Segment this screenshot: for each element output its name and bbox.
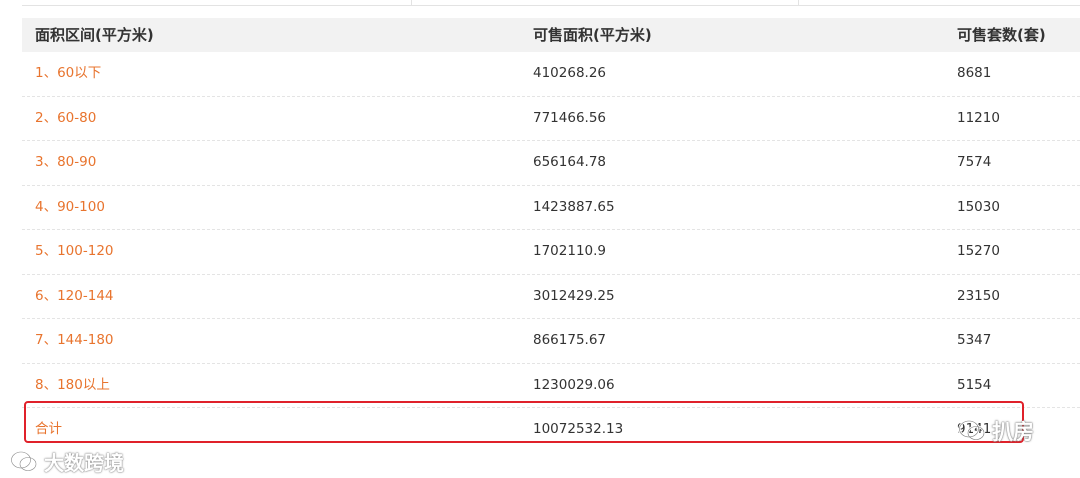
watermark-right-text: 扒房: [992, 420, 1034, 444]
watermark-left: 大数跨境: [10, 447, 124, 476]
table-row: 5、100-120 1702110.9 15270: [22, 230, 1080, 275]
table-row: 7、144-180 866175.67 5347: [22, 319, 1080, 364]
tab-divider: [798, 0, 799, 5]
area-range-link[interactable]: 2、60-80: [35, 97, 96, 141]
table-row: 2、60-80 771466.56 11210: [22, 97, 1080, 141]
saleable-area-value: 410268.26: [533, 65, 607, 81]
area-range-link[interactable]: 5、100-120: [35, 230, 114, 274]
table-row: 3、80-90 656164.78 7574: [22, 141, 1080, 186]
table-row: 4、90-100 1423887.65 15030: [22, 186, 1080, 230]
wechat-icon: [958, 419, 986, 443]
area-range-link[interactable]: 1、60以下: [35, 52, 101, 96]
header-saleable-units: 可售套数(套): [957, 26, 1046, 44]
tab-divider: [411, 0, 412, 5]
area-distribution-table: 面积区间(平方米) 可售面积(平方米) 可售套数(套) 1、60以下 41026…: [22, 18, 1080, 452]
top-tab-strip: [22, 0, 1080, 6]
header-saleable-area: 可售面积(平方米): [533, 26, 652, 44]
saleable-area-value: 1423887.65: [533, 198, 615, 215]
watermark-right: 扒房: [958, 416, 1034, 446]
saleable-area-value: 866175.67: [533, 332, 607, 348]
area-range-link[interactable]: 6、120-144: [35, 275, 114, 319]
area-range-link[interactable]: 7、144-180: [35, 319, 114, 363]
watermark-left-text: 大数跨境: [44, 451, 124, 475]
saleable-units-value: 11210: [957, 109, 1000, 126]
page: 面积区间(平方米) 可售面积(平方米) 可售套数(套) 1、60以下 41026…: [0, 0, 1080, 478]
saleable-units-value: 23150: [957, 287, 1000, 304]
saleable-area-value: 656164.78: [533, 154, 607, 170]
saleable-units-value: 15030: [957, 198, 1000, 215]
area-range-link[interactable]: 3、80-90: [35, 141, 96, 185]
table-row: 6、120-144 3012429.25 23150: [22, 275, 1080, 319]
area-range-link[interactable]: 4、90-100: [35, 186, 105, 230]
saleable-area-value: 771466.56: [533, 109, 607, 126]
table-row: 1、60以下 410268.26 8681: [22, 52, 1080, 97]
saleable-units-value: 7574: [957, 154, 992, 170]
header-area-range: 面积区间(平方米): [35, 26, 154, 44]
saleable-area-value: 1702110.9: [533, 243, 607, 259]
wechat-icon: [10, 450, 38, 474]
table-header: 面积区间(平方米) 可售面积(平方米) 可售套数(套): [22, 18, 1080, 52]
total-highlight-box: [24, 401, 1024, 443]
saleable-units-value: 5347: [957, 332, 992, 348]
saleable-units-value: 8681: [957, 65, 992, 81]
saleable-area-value: 3012429.25: [533, 287, 615, 304]
saleable-units-value: 15270: [957, 243, 1000, 259]
